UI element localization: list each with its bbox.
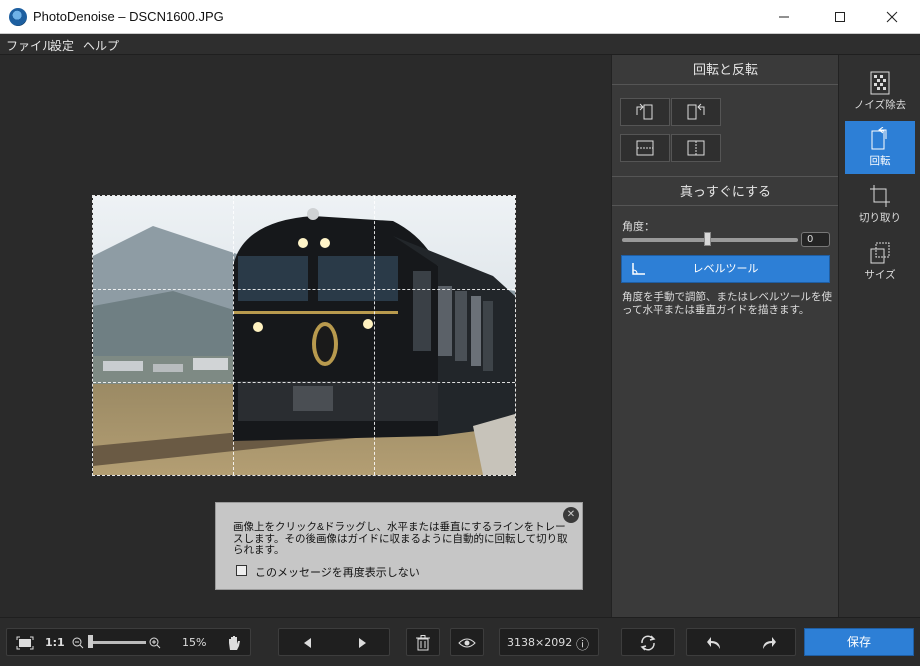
angle-input[interactable]: 0 — [801, 232, 830, 247]
sidebar-label-crop: 切り取り — [859, 212, 901, 224]
redo-icon — [763, 637, 776, 649]
photo-preview[interactable] — [92, 195, 516, 476]
window-title: PhotoDenoise – DSCN1600.JPG — [33, 9, 224, 24]
fit-screen-button[interactable] — [12, 629, 38, 657]
flip-vertical-icon — [636, 140, 654, 156]
menu-file[interactable]: ファイル — [6, 37, 54, 54]
rotate-right-button[interactable] — [671, 98, 721, 126]
zoom-slider[interactable] — [90, 641, 146, 644]
actual-size-button[interactable]: 1:1 — [45, 636, 65, 649]
sidebar-label-denoise: ノイズ除去 — [853, 99, 907, 111]
undo-icon — [707, 637, 720, 649]
level-tool-icon — [632, 263, 645, 275]
rotate-left-icon — [636, 103, 653, 120]
flip-horizontal-button[interactable] — [671, 134, 721, 162]
zoom-in-icon — [149, 637, 161, 649]
refresh-icon — [640, 635, 656, 651]
menu-help[interactable]: ヘルプ — [83, 37, 119, 54]
pan-tool-button[interactable] — [221, 629, 247, 657]
eye-icon — [458, 638, 476, 648]
trash-icon — [416, 635, 430, 651]
zoom-percent: 15% — [182, 636, 207, 649]
save-button[interactable]: 保存 — [804, 628, 914, 656]
angle-slider-handle[interactable] — [704, 232, 711, 246]
grid-line-v2 — [374, 196, 375, 475]
app-logo-icon — [9, 8, 27, 26]
train-photo — [93, 196, 515, 475]
preview-group — [450, 628, 484, 656]
zoom-slider-handle[interactable] — [88, 635, 93, 648]
hint-message: 画像上をクリック&ドラッグし、水平または垂直にするラインをトレースします。その後… — [215, 502, 583, 590]
navigation-controls — [278, 628, 390, 656]
image-canvas[interactable]: 画像上をクリック&ドラッグし、水平または垂直にするラインをトレースします。その後… — [0, 55, 611, 617]
sidebar-item-size[interactable]: サイズ — [845, 235, 915, 288]
image-dimensions: 3138×2092 — [507, 636, 573, 649]
image-info: 3138×2092 ⓘ — [499, 628, 599, 656]
flip-horizontal-icon — [687, 140, 705, 156]
resize-icon — [870, 242, 890, 264]
bottom-toolbar: 1:1 15% 3138×2092 ⓘ 保存 — [0, 617, 920, 666]
zoom-controls: 1:1 15% — [6, 628, 251, 656]
zoom-out-icon — [72, 637, 84, 649]
delete-button[interactable] — [407, 629, 439, 657]
noise-icon — [870, 71, 890, 95]
sidebar-label-rotate: 回転 — [869, 155, 891, 167]
previous-icon — [303, 638, 311, 648]
sidebar-item-crop[interactable]: 切り取り — [845, 178, 915, 231]
straighten-header: 真っすぐにする — [612, 176, 839, 206]
minimize-button[interactable] — [761, 0, 807, 34]
close-icon — [886, 11, 898, 23]
tool-sidebar: ノイズ除去 回転 切り取り サイズ — [838, 55, 920, 617]
preview-button[interactable] — [451, 629, 483, 657]
rotate-panel: 回転と反転 真っすぐにする 角度： 0 レベルツール 角度を手動で調節、またはレ… — [611, 55, 839, 617]
hand-icon — [229, 636, 240, 650]
straighten-description: 角度を手動で調節、またはレベルツールを使って水平または垂直ガイドを描きます。 — [622, 291, 832, 316]
rotate-left-button[interactable] — [620, 98, 670, 126]
grid-line-h1 — [93, 289, 515, 290]
grid-line-v1 — [233, 196, 234, 475]
info-icon[interactable]: ⓘ — [576, 634, 589, 653]
sidebar-item-rotate[interactable]: 回転 — [845, 121, 915, 174]
sidebar-label-size: サイズ — [864, 269, 896, 281]
reset-group — [621, 628, 675, 656]
menu-settings[interactable]: 設定 — [50, 37, 74, 54]
zoom-in-button[interactable] — [148, 629, 162, 657]
maximize-icon — [835, 12, 845, 22]
maximize-button[interactable] — [817, 0, 863, 34]
fit-screen-icon — [16, 636, 34, 650]
dont-show-again-checkbox[interactable] — [236, 565, 247, 576]
redo-button[interactable] — [742, 629, 796, 657]
dont-show-again-label[interactable]: このメッセージを再度表示しない — [255, 564, 420, 580]
rotate-right-icon — [687, 103, 705, 120]
next-icon — [358, 638, 366, 648]
menu-bar: ファイル 設定 ヘルプ — [0, 34, 920, 55]
rotate-icon — [871, 127, 887, 150]
sidebar-item-denoise[interactable]: ノイズ除去 — [845, 65, 915, 118]
reset-button[interactable] — [622, 629, 674, 657]
hint-text: 画像上をクリック&ドラッグし、水平または垂直にするラインをトレースします。その後… — [233, 521, 568, 556]
level-tool-button[interactable]: レベルツール — [621, 255, 830, 283]
flip-vertical-button[interactable] — [620, 134, 670, 162]
zoom-out-button[interactable] — [71, 629, 85, 657]
grid-line-h2 — [93, 382, 515, 383]
history-controls — [686, 628, 796, 656]
hint-close-icon[interactable]: ✕ — [563, 507, 579, 523]
delete-group — [406, 628, 440, 656]
rotate-flip-header: 回転と反転 — [612, 55, 839, 85]
close-button[interactable] — [869, 0, 915, 34]
title-bar: PhotoDenoise – DSCN1600.JPG — [0, 0, 920, 34]
angle-label: 角度： — [622, 220, 655, 233]
undo-button[interactable] — [687, 629, 741, 657]
level-tool-label: レベルツール — [692, 262, 759, 275]
previous-image-button[interactable] — [279, 629, 334, 657]
minimize-icon — [779, 16, 789, 18]
crop-icon — [870, 185, 890, 207]
next-image-button[interactable] — [335, 629, 390, 657]
